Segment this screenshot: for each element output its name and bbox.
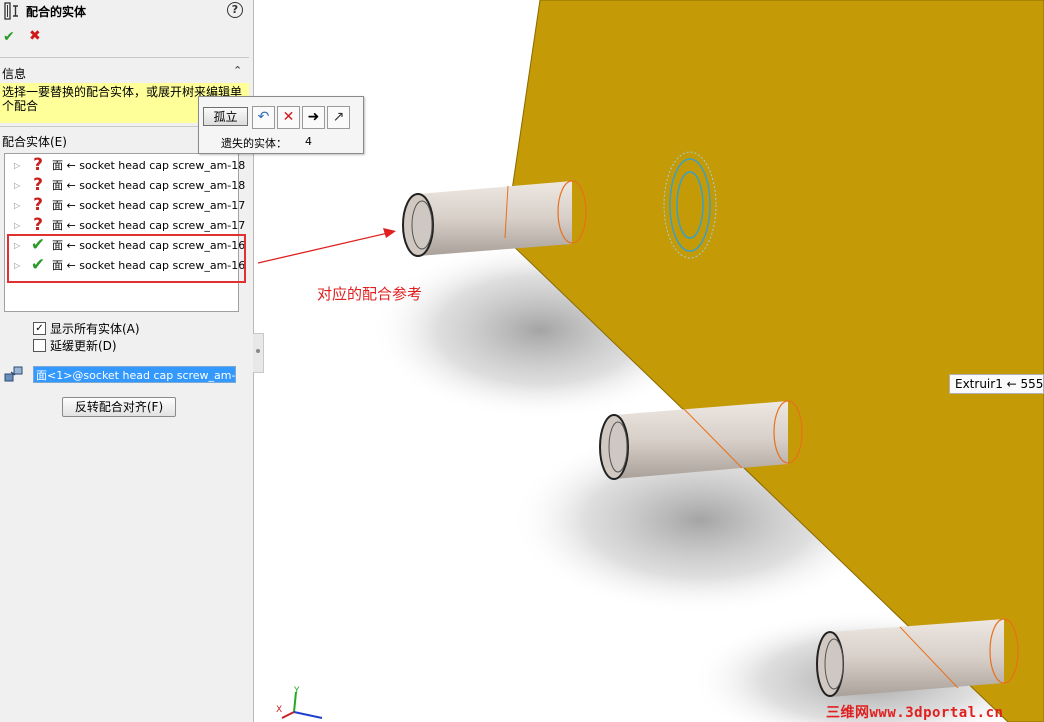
watermark: 三维网www.3dportal.cn <box>826 705 1004 721</box>
checkbox-label: 延缓更新(D) <box>50 339 117 353</box>
entity-selection-icon <box>4 366 23 382</box>
list-item-label: 面 ← socket head cap screw_am-17 <box>52 219 246 232</box>
expand-arrow-icon[interactable]: ▷ <box>14 221 26 230</box>
annotation-arrow-head <box>383 228 396 238</box>
select-arrow-icon[interactable]: ↗ <box>327 106 350 129</box>
mate-entities-list[interactable]: ▷ ? 面 ← socket head cap screw_am-18 ▷ ? … <box>4 153 245 312</box>
lost-entities-count: 4 <box>305 135 312 148</box>
unresolved-question-icon: ? <box>33 155 43 175</box>
info-section-header[interactable]: 信息 <box>2 65 26 82</box>
list-item[interactable]: ▷ ? 面 ← socket head cap screw_am-18 <box>5 155 245 175</box>
list-item-label: 面 ← socket head cap screw_am-18 <box>52 159 246 172</box>
ok-button[interactable]: ✔ <box>3 29 15 45</box>
list-item-label: 面 ← socket head cap screw_am-18 <box>52 179 246 192</box>
list-item[interactable]: ▷ ? 面 ← socket head cap screw_am-17 <box>5 215 245 235</box>
delay-update-checkbox[interactable]: 延缓更新(D) <box>33 337 117 354</box>
collapse-icon[interactable]: ⌃ <box>233 64 242 77</box>
mated-entities-icon <box>4 2 18 20</box>
expand-arrow-icon[interactable]: ▷ <box>14 161 26 170</box>
expand-arrow-icon[interactable]: ▷ <box>14 201 26 210</box>
checkbox-box[interactable]: ✓ <box>33 322 46 335</box>
next-arrow-icon[interactable]: ➜ <box>302 106 325 129</box>
model-canvas: Y X <box>257 0 1044 722</box>
graphics-viewport[interactable]: Y X <box>254 0 1044 722</box>
list-item[interactable]: ▷ ? 面 ← socket head cap screw_am-17 <box>5 195 245 215</box>
screw-pin-am-16[interactable] <box>402 180 587 257</box>
isolate-button[interactable]: 孤立 <box>203 107 248 126</box>
unresolved-question-icon: ? <box>33 215 43 235</box>
undo-icon[interactable]: ↶ <box>252 106 275 129</box>
mate-entities-header[interactable]: 配合实体(E) <box>2 133 67 150</box>
triad-x-label: X <box>276 705 282 715</box>
panel-title-bar: 配合的实体 <box>4 2 86 20</box>
unresolved-question-icon: ? <box>33 195 43 215</box>
view-triad[interactable]: Y X <box>276 686 323 719</box>
triad-y-label: Y <box>293 686 300 696</box>
entity-tooltip: Extruir1 ← 5555 <box>949 374 1044 394</box>
expand-arrow-icon[interactable]: ▷ <box>14 181 26 190</box>
list-item-label: 面 ← socket head cap screw_am-17 <box>52 199 246 212</box>
help-icon[interactable]: ? <box>227 2 243 18</box>
list-item[interactable]: ▷ ? 面 ← socket head cap screw_am-18 <box>5 175 245 195</box>
show-all-entities-checkbox[interactable]: ✓ 显示所有实体(A) <box>33 320 140 337</box>
annotation-label: 对应的配合参考 <box>317 285 423 303</box>
cancel-button[interactable]: ✖ <box>29 28 41 44</box>
mate-entity-toolbar: 孤立 ↶ ✕ ➜ ↗ 遗失的实体： 4 <box>198 96 364 154</box>
divider <box>0 57 249 58</box>
selected-entity-field[interactable]: 面<1>@socket head cap screw_am-16 <box>33 366 236 383</box>
annotation-highlight-box <box>7 234 246 283</box>
checkbox-label: 显示所有实体(A) <box>50 322 140 336</box>
flip-mate-alignment-button[interactable]: 反转配合对齐(F) <box>62 397 176 417</box>
annotation-arrow-line <box>257 232 389 264</box>
delete-icon[interactable]: ✕ <box>277 106 300 129</box>
panel-title: 配合的实体 <box>26 4 87 19</box>
checkbox-box[interactable] <box>33 339 46 352</box>
lost-entities-label: 遗失的实体： <box>221 137 287 150</box>
unresolved-question-icon: ? <box>33 175 43 195</box>
